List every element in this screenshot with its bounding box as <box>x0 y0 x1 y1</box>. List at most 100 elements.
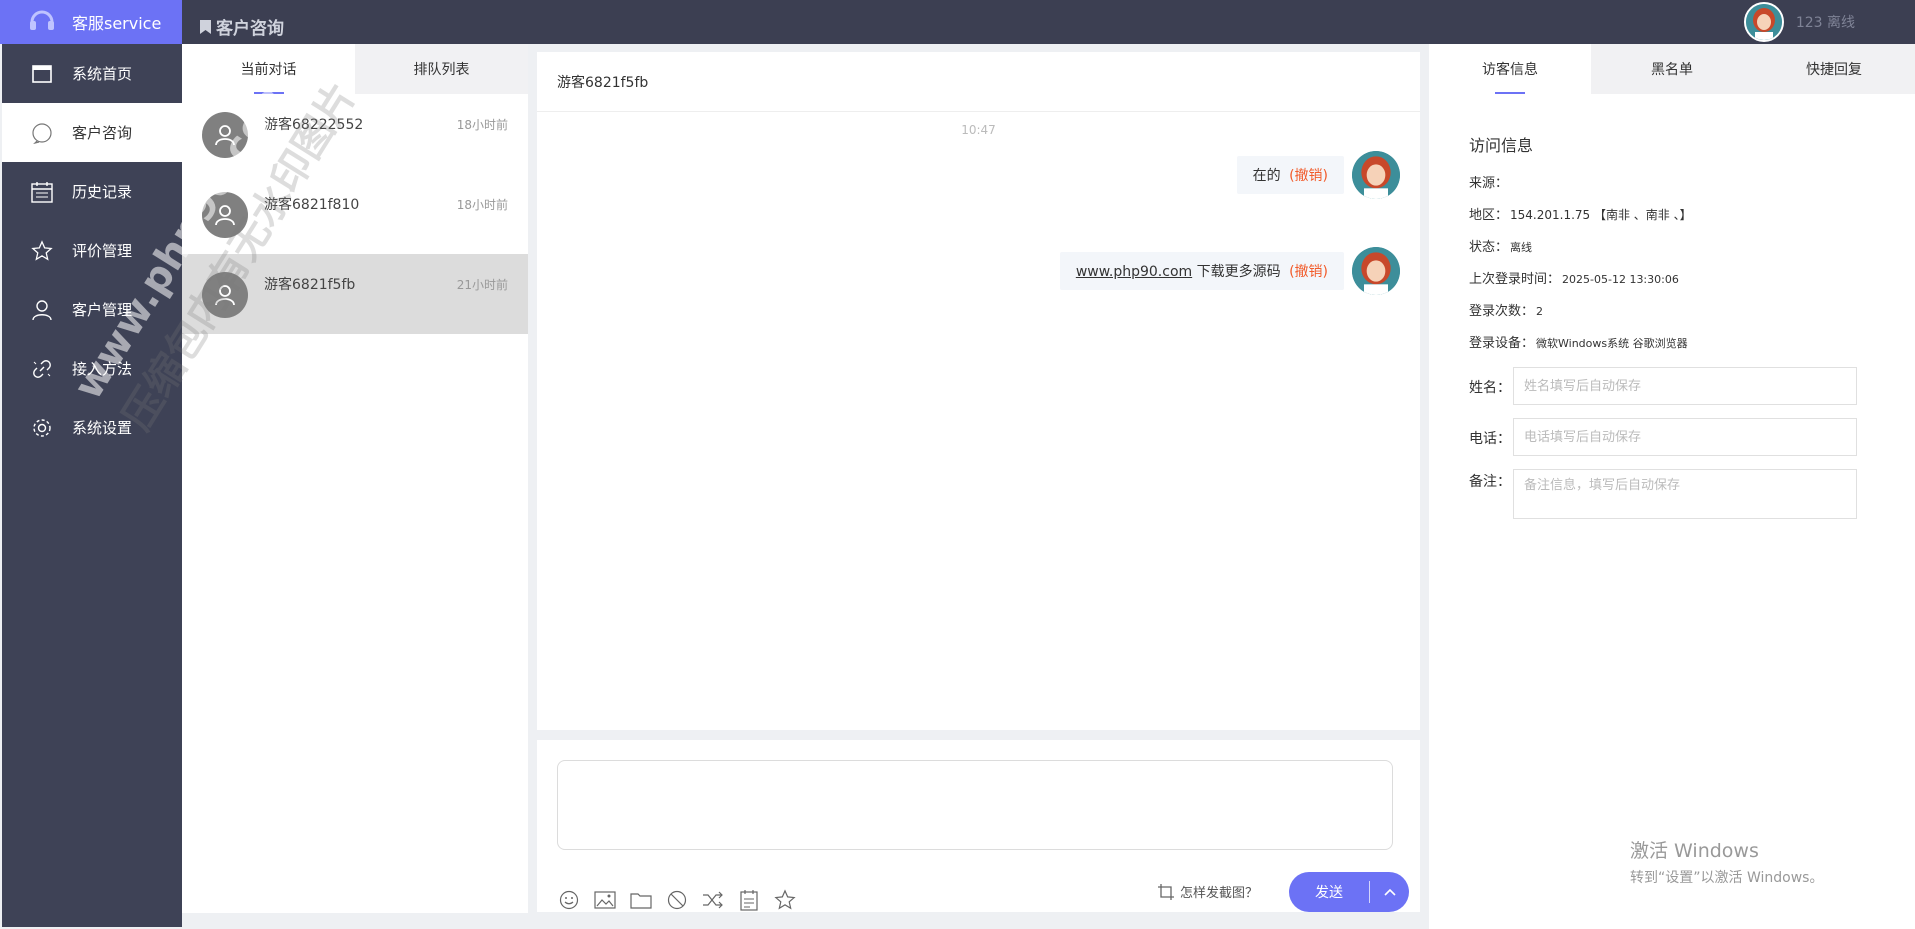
phone-label: 电话： <box>1469 431 1511 447</box>
list-item[interactable]: 游客6821f810 18小时前 <box>182 174 528 254</box>
name-row: 姓名： <box>1469 367 1915 405</box>
message-text: 在的 <box>1252 168 1281 184</box>
recall-link[interactable]: (撤销) <box>1289 168 1328 184</box>
sidebar-item-label: 客户咨询 <box>72 124 133 142</box>
sidebar: 系统首页 客户咨询 历史记录 评价管理 客户管理 接入方法 系统设置 <box>2 44 182 927</box>
info-label: 登录设备： <box>1469 336 1535 351</box>
message-link[interactable]: www.php90.com <box>1076 264 1192 280</box>
visitor-avatar-icon <box>202 272 248 318</box>
visitor-tabs: 访客信息 黑名单 快捷回复 <box>1429 44 1915 94</box>
message-bubble: 在的 (撤销) <box>1236 156 1344 194</box>
user-menu[interactable]: 123 离线 <box>1743 2 1855 42</box>
send-separator <box>1369 881 1370 903</box>
info-label: 上次登录时间： <box>1469 272 1561 287</box>
tab-blacklist[interactable]: 黑名单 <box>1591 44 1753 94</box>
message-row: www.php90.com 下载更多源码 (撤销) <box>1059 247 1400 295</box>
sidebar-item-settings[interactable]: 系统设置 <box>2 398 182 457</box>
sidebar-item-label: 客户管理 <box>72 301 133 319</box>
gear-icon <box>30 416 54 440</box>
folder-icon[interactable] <box>629 888 653 912</box>
conversation-tabs: 当前对话 排队列表 <box>182 44 528 94</box>
sidebar-item-integration[interactable]: 接入方法 <box>2 339 182 398</box>
sidebar-item-consult[interactable]: 客户咨询 <box>2 103 182 162</box>
windows-activation-notice: 激活 Windows 转到“设置”以激活 Windows。 <box>1630 836 1823 887</box>
visitor-time: 21小时前 <box>456 278 508 292</box>
recall-link[interactable]: (撤销) <box>1289 264 1328 280</box>
sidebar-item-customers[interactable]: 客户管理 <box>2 280 182 339</box>
info-row-login-count: 登录次数： 2 <box>1469 300 1915 332</box>
window-icon <box>30 62 54 86</box>
name-field[interactable] <box>1513 367 1857 405</box>
composer-toolbar <box>557 888 809 912</box>
note-field[interactable] <box>1513 469 1857 519</box>
history-icon <box>30 180 54 204</box>
info-label: 状态： <box>1469 240 1509 255</box>
info-row-status: 状态： 离线 <box>1469 236 1915 268</box>
tab-visitor-info[interactable]: 访客信息 <box>1429 44 1591 94</box>
phone-row: 电话： <box>1469 418 1915 456</box>
agent-avatar <box>1352 151 1400 199</box>
brand: 客服service <box>0 0 182 44</box>
visitor-info: 访问信息 来源： 地区： 154.201.1.75 【南非 、南非 、】 状态：… <box>1429 94 1915 519</box>
transfer-icon[interactable] <box>701 888 725 912</box>
message-input[interactable] <box>557 760 1393 850</box>
tab-current[interactable]: 当前对话 <box>182 44 355 94</box>
user-status: 123 离线 <box>1795 15 1855 31</box>
block-icon[interactable] <box>665 888 689 912</box>
top-bar: 客服service 客户咨询 123 离线 <box>0 0 1915 44</box>
visitor-name: 游客6821f810 <box>264 197 360 213</box>
info-label: 来源： <box>1469 176 1509 191</box>
tab-queue[interactable]: 排队列表 <box>355 44 528 94</box>
form-icon[interactable] <box>737 888 761 912</box>
emoji-icon[interactable] <box>557 888 581 912</box>
tab-quick-reply[interactable]: 快捷回复 <box>1753 44 1915 94</box>
visitor-avatar-icon <box>202 112 248 158</box>
phone-field[interactable] <box>1513 418 1857 456</box>
sidebar-item-label: 评价管理 <box>72 242 133 260</box>
chevron-up-icon[interactable] <box>1370 888 1409 896</box>
sidebar-item-label: 系统设置 <box>72 419 133 437</box>
brand-title: 客服service <box>72 14 162 33</box>
sidebar-item-label: 接入方法 <box>72 360 133 378</box>
crop-icon <box>1158 883 1174 900</box>
visitor-time: 18小时前 <box>456 198 508 212</box>
link-icon <box>30 357 54 381</box>
list-item[interactable]: 游客68222552 18小时前 <box>182 94 528 174</box>
visitor-name: 游客6821f5fb <box>264 277 356 293</box>
info-value: 2 <box>1536 305 1544 318</box>
star-icon[interactable] <box>773 888 797 912</box>
info-label: 登录次数： <box>1469 304 1535 319</box>
sidebar-item-history[interactable]: 历史记录 <box>2 162 182 221</box>
info-value: 微软Windows系统 谷歌浏览器 <box>1536 337 1688 350</box>
info-row-last-login: 上次登录时间： 2025-05-12 13:30:06 <box>1469 268 1915 300</box>
sidebar-item-rating[interactable]: 评价管理 <box>2 221 182 280</box>
message-row: 在的 (撤销) <box>1236 151 1400 199</box>
info-value: 154.201.1.75 【南非 、南非 、】 <box>1510 208 1692 222</box>
sidebar-item-label: 系统首页 <box>72 65 133 83</box>
screenshot-help-text: 怎样发截图？ <box>1180 886 1259 901</box>
name-label: 姓名： <box>1469 380 1511 396</box>
list-item[interactable]: 游客6821f5fb 21小时前 <box>182 254 528 334</box>
avatar[interactable] <box>1743 2 1784 42</box>
visitor-time: 18小时前 <box>456 118 508 132</box>
note-row: 备注： <box>1469 469 1915 519</box>
visitor-avatar-icon <box>202 192 248 238</box>
conversation-panel: 当前对话 排队列表 游客68222552 18小时前 游客6821f810 18… <box>182 44 528 913</box>
visitor-name: 游客68222552 <box>264 117 364 133</box>
image-icon[interactable] <box>593 888 617 912</box>
sidebar-item-home[interactable]: 系统首页 <box>2 44 182 103</box>
info-value: 2025-05-12 13:30:06 <box>1562 273 1679 286</box>
info-row-region: 地区： 154.201.1.75 【南非 、南非 、】 <box>1469 204 1915 236</box>
chat-timestamp: 10:47 <box>961 123 996 137</box>
send-button[interactable]: 发送 <box>1289 882 1369 902</box>
user-icon <box>30 298 54 322</box>
send-button-group: 发送 <box>1289 872 1409 912</box>
chat-title: 游客6821f5fb <box>537 52 1420 112</box>
headset-icon <box>28 6 56 38</box>
message-text: 下载更多源码 <box>1192 264 1281 280</box>
note-label: 备注： <box>1469 474 1511 490</box>
activation-title: 激活 Windows <box>1630 840 1759 862</box>
screenshot-help-link[interactable]: 怎样发截图？ <box>1157 882 1258 901</box>
info-title: 访问信息 <box>1469 136 1534 155</box>
bookmark-icon <box>200 19 211 34</box>
